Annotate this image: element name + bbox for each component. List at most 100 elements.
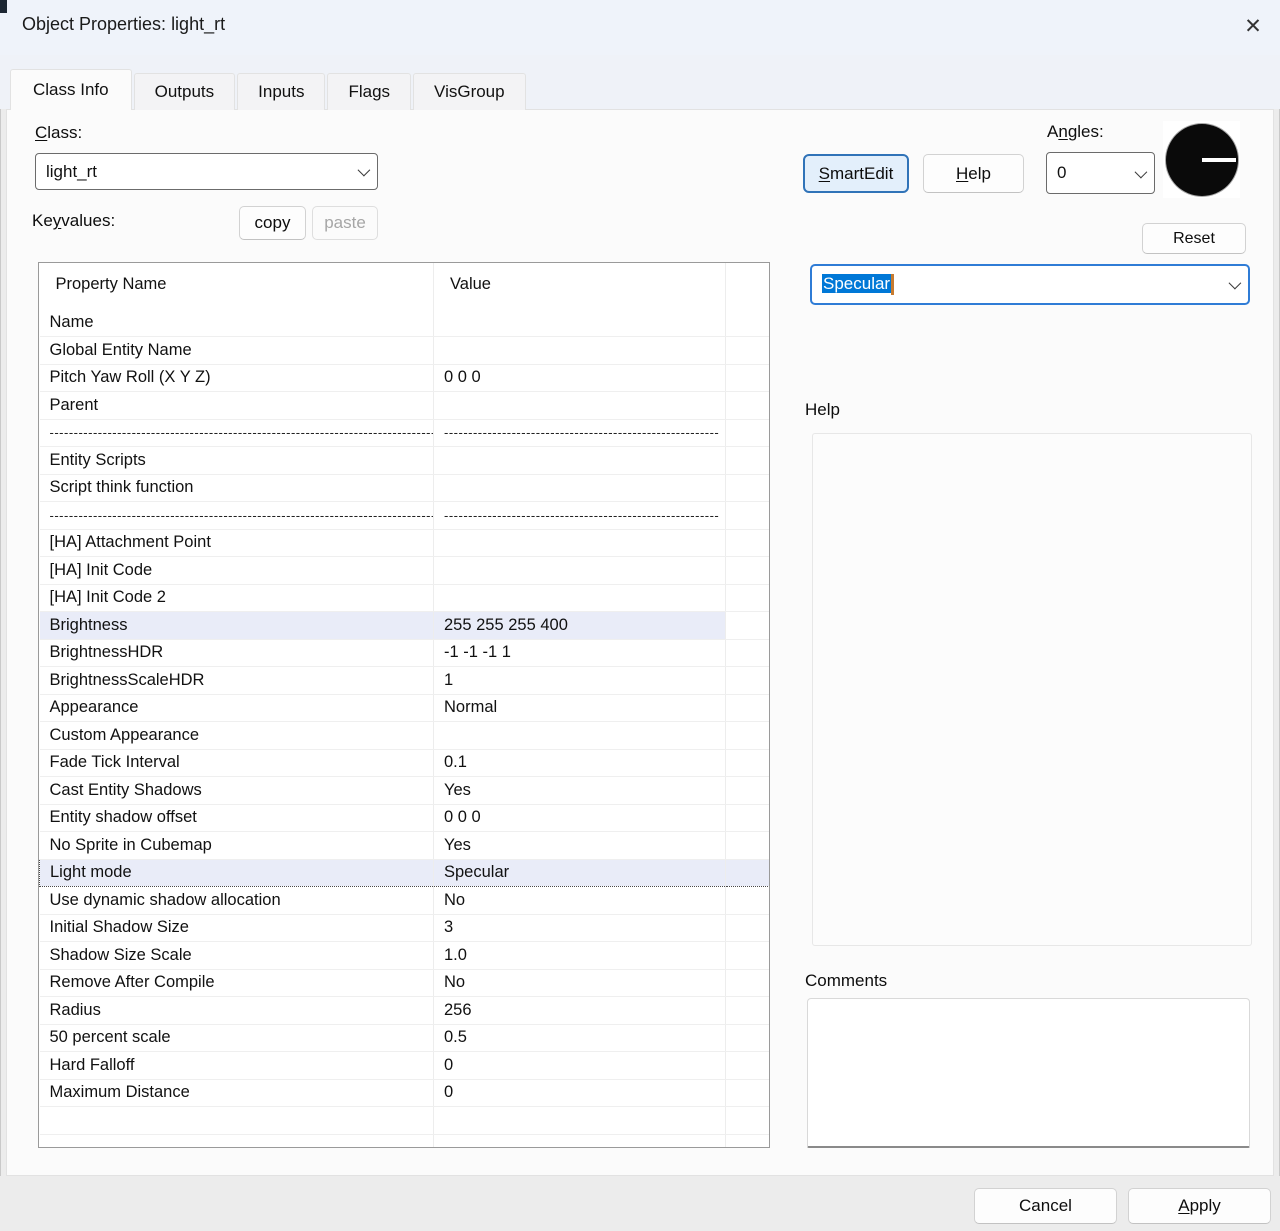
table-row[interactable]: Name xyxy=(40,309,770,337)
property-extra-cell xyxy=(726,832,770,860)
apply-button[interactable]: Apply xyxy=(1128,1188,1271,1224)
table-row[interactable]: [HA] Init Code xyxy=(40,557,770,585)
property-name-cell: Brightness xyxy=(40,612,434,640)
class-label: Class: xyxy=(35,123,82,143)
property-extra-cell xyxy=(726,364,770,392)
table-row[interactable]: Entity shadow offset0 0 0 xyxy=(40,804,770,832)
table-row[interactable]: No Sprite in CubemapYes xyxy=(40,832,770,860)
property-value-cell: 255 255 255 400 xyxy=(434,612,726,640)
property-extra-cell xyxy=(726,309,770,337)
property-value-cell: Yes xyxy=(434,832,726,860)
table-row[interactable]: Initial Shadow Size3 xyxy=(40,914,770,942)
table-row[interactable]: Entity Scripts xyxy=(40,447,770,475)
angles-combobox-value: 0 xyxy=(1057,163,1135,183)
property-extra-cell xyxy=(726,749,770,777)
table-row[interactable]: ----------------------------------------… xyxy=(40,419,770,447)
table-row[interactable]: [HA] Attachment Point xyxy=(40,529,770,557)
angles-combobox[interactable]: 0 xyxy=(1046,152,1155,194)
window-title: Object Properties: light_rt xyxy=(22,14,225,35)
property-name-cell: Global Entity Name xyxy=(40,337,434,365)
table-row[interactable]: Cast Entity ShadowsYes xyxy=(40,777,770,805)
property-name-cell: Entity shadow offset xyxy=(40,804,434,832)
table-row[interactable]: Use dynamic shadow allocationNo xyxy=(40,887,770,915)
table-row[interactable]: BrightnessScaleHDR1 xyxy=(40,667,770,695)
chevron-down-icon xyxy=(1229,277,1242,290)
smartedit-button[interactable]: SmartEdit xyxy=(803,154,909,193)
title-bar: Object Properties: light_rt ✕ xyxy=(0,0,1280,55)
paste-button[interactable]: paste xyxy=(312,206,378,240)
help-panel-content xyxy=(812,433,1252,946)
property-extra-cell xyxy=(726,1134,770,1148)
table-row[interactable]: Fade Tick Interval0.1 xyxy=(40,749,770,777)
table-row[interactable]: Pitch Yaw Roll (X Y Z)0 0 0 xyxy=(40,364,770,392)
property-value-cell xyxy=(434,447,726,475)
property-value-cell xyxy=(434,309,726,337)
property-value-cell xyxy=(434,392,726,420)
column-header-value[interactable]: Value xyxy=(434,263,726,309)
table-row[interactable]: 50 percent scale0.5 xyxy=(40,1024,770,1052)
class-combobox-value: light_rt xyxy=(46,162,358,182)
table-row[interactable]: Script think function xyxy=(40,474,770,502)
property-extra-cell xyxy=(726,419,770,447)
table-row[interactable]: Hard Falloff0 xyxy=(40,1052,770,1080)
table-row[interactable]: Radius256 xyxy=(40,997,770,1025)
table-row[interactable]: Light modeSpecular xyxy=(40,859,770,887)
tab-class-info[interactable]: Class Info xyxy=(10,69,132,110)
property-name-cell xyxy=(40,1107,434,1135)
help-button[interactable]: Help xyxy=(923,154,1024,193)
property-value-cell: 0.1 xyxy=(434,749,726,777)
table-row[interactable] xyxy=(40,1134,770,1148)
table-row[interactable]: ----------------------------------------… xyxy=(40,502,770,530)
table-row[interactable]: Remove After CompileNo xyxy=(40,969,770,997)
property-extra-cell xyxy=(726,722,770,750)
property-name-cell: [HA] Attachment Point xyxy=(40,529,434,557)
property-extra-cell xyxy=(726,1079,770,1107)
object-properties-dialog: Object Properties: light_rt ✕ Class Info… xyxy=(0,0,1280,1231)
angle-dial[interactable] xyxy=(1163,121,1240,198)
column-header-property-name[interactable]: Property Name xyxy=(40,263,434,309)
copy-button[interactable]: copy xyxy=(239,206,306,240)
property-value-cell: 0 0 0 xyxy=(434,364,726,392)
table-row[interactable]: Global Entity Name xyxy=(40,337,770,365)
property-value-cell: 0 xyxy=(434,1052,726,1080)
table-row[interactable]: BrightnessHDR-1 -1 -1 1 xyxy=(40,639,770,667)
property-name-cell: Maximum Distance xyxy=(40,1079,434,1107)
property-name-cell: Custom Appearance xyxy=(40,722,434,750)
close-button[interactable]: ✕ xyxy=(1236,10,1270,44)
property-table-body: NameGlobal Entity NamePitch Yaw Roll (X … xyxy=(40,309,770,1148)
property-extra-cell xyxy=(726,447,770,475)
property-name-cell: Initial Shadow Size xyxy=(40,914,434,942)
property-name-cell: Name xyxy=(40,309,434,337)
tab-outputs[interactable]: Outputs xyxy=(134,73,236,110)
table-row[interactable]: Maximum Distance0 xyxy=(40,1079,770,1107)
reset-button[interactable]: Reset xyxy=(1142,223,1246,254)
property-name-cell: Fade Tick Interval xyxy=(40,749,434,777)
property-value-cell: Normal xyxy=(434,694,726,722)
keyvalue-choices-combobox[interactable]: Specular xyxy=(810,264,1250,305)
class-combobox[interactable]: light_rt xyxy=(35,153,378,190)
table-row[interactable]: Custom Appearance xyxy=(40,722,770,750)
property-extra-cell xyxy=(726,859,770,887)
property-name-cell: Entity Scripts xyxy=(40,447,434,475)
table-row[interactable]: AppearanceNormal xyxy=(40,694,770,722)
property-name-cell: ----------------------------------------… xyxy=(40,502,434,530)
property-extra-cell xyxy=(726,777,770,805)
property-value-cell xyxy=(434,722,726,750)
property-value-cell: 1.0 xyxy=(434,942,726,970)
cancel-button[interactable]: Cancel xyxy=(974,1188,1117,1224)
tab-flags[interactable]: Flags xyxy=(327,73,411,110)
property-extra-cell xyxy=(726,502,770,530)
table-row[interactable] xyxy=(40,1107,770,1135)
tab-visgroup[interactable]: VisGroup xyxy=(413,73,526,110)
angles-label: Angles: xyxy=(1047,122,1104,142)
table-row[interactable]: Parent xyxy=(40,392,770,420)
table-row[interactable]: Shadow Size Scale1.0 xyxy=(40,942,770,970)
angle-dial-needle xyxy=(1202,158,1236,162)
property-extra-cell xyxy=(726,1024,770,1052)
text-caret xyxy=(891,274,894,295)
comments-textarea[interactable] xyxy=(807,998,1250,1148)
table-row[interactable]: [HA] Init Code 2 xyxy=(40,584,770,612)
table-row[interactable]: Brightness255 255 255 400 xyxy=(40,612,770,640)
property-extra-cell xyxy=(726,914,770,942)
tab-inputs[interactable]: Inputs xyxy=(237,73,325,110)
